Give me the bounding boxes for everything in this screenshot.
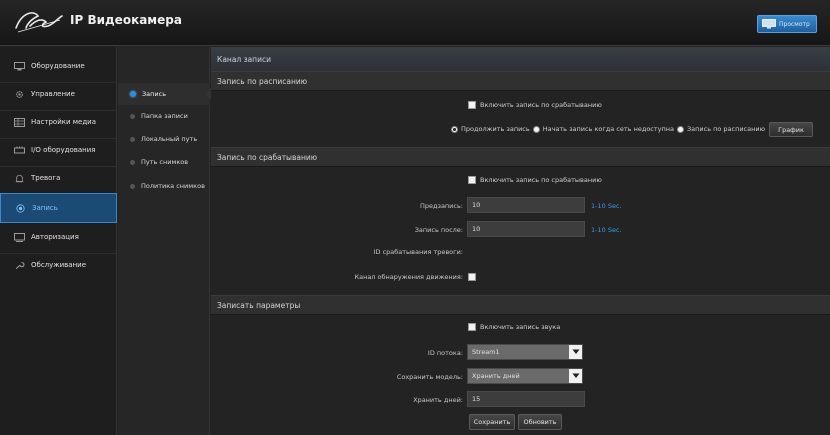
panel-title: Канал записи <box>211 47 830 71</box>
login-icon <box>14 232 25 242</box>
submenu-item-record[interactable]: Запись <box>118 83 211 105</box>
io-icon <box>14 146 25 153</box>
save-model-select[interactable]: Хранить дней <box>467 368 583 384</box>
submenu-item-label: Папка записи <box>141 112 188 120</box>
section-trigger: Запись по срабатыванию <box>211 147 830 167</box>
schedule-mode-radios: Продолжить запись Начать запись когда се… <box>451 125 765 133</box>
chevron-down-icon <box>569 369 582 383</box>
pre-record-label: Предзапись: <box>419 202 463 210</box>
schedule-enable-row: Включить запись по срабатыванию <box>468 101 602 109</box>
chevron-down-icon <box>569 345 582 359</box>
sidebar-item-auth[interactable]: Авторизация <box>0 222 117 252</box>
media-icon <box>14 117 25 127</box>
save-model-value: Хранить дней <box>472 372 520 380</box>
bullet-icon <box>130 91 136 97</box>
submenu-item-snapshot-path[interactable]: Путь снимков <box>118 151 210 173</box>
sidebar-item-control[interactable]: Управление <box>0 79 117 109</box>
alarm-id-label: ID срабатывания тревоги: <box>373 248 463 256</box>
stream-id-label: ID потока: <box>427 349 463 357</box>
sidebar-item-label: Оборудование <box>31 62 85 70</box>
radio-continue[interactable] <box>451 125 458 133</box>
submenu-item-label: Запись <box>142 90 167 98</box>
submenu-item-snapshot-policy[interactable]: Политика снимков <box>118 175 210 197</box>
brand-title: IP Видеокамера <box>70 13 182 27</box>
save-model-label: Сохранить модель: <box>396 373 463 381</box>
post-record-label: Запись после: <box>414 226 463 234</box>
audio-enable-row: Включить запись звука <box>468 323 560 331</box>
keep-days-label: Хранить дней: <box>413 396 463 404</box>
motion-channel-checkbox[interactable] <box>468 273 476 281</box>
top-header: IP Видеокамера Просмотр <box>0 0 830 46</box>
sidebar-item-alarm[interactable]: Тревога <box>0 163 117 193</box>
record-submenu: Запись Папка записи Локальный путь Путь … <box>118 47 211 435</box>
bullet-icon <box>130 113 135 119</box>
radio-schedule[interactable] <box>677 125 684 133</box>
submenu-item-label: Локальный путь <box>141 135 198 143</box>
brand-logo <box>15 12 63 33</box>
audio-enable-label: Включить запись звука <box>480 323 561 331</box>
sidebar-item-label: Управление <box>31 90 75 98</box>
schedule-enable-label: Включить запись по срабатыванию <box>480 101 602 109</box>
bullet-icon <box>130 136 135 142</box>
preview-label: Просмотр <box>779 20 810 28</box>
motion-channel-label: Канал обнаружения движения: <box>354 273 463 281</box>
radio-network-down-label: Начать запись когда сеть недоступна <box>542 125 674 133</box>
sidebar-item-record[interactable]: Запись <box>0 193 117 223</box>
stream-id-value: Stream1 <box>472 348 500 356</box>
submenu-item-label: Политика снимков <box>141 182 205 190</box>
post-record-hint: 1-10 Sec. <box>591 226 622 234</box>
save-button[interactable]: Сохранить <box>469 414 515 430</box>
sidebar-item-maintenance[interactable]: Обслуживание <box>0 250 117 280</box>
section-schedule: Запись по расписанию <box>211 71 830 91</box>
pre-record-input[interactable]: 10 <box>467 197 585 213</box>
sidebar-item-label: Тревога <box>31 174 61 182</box>
sidebar-item-label: Настройки медиа <box>31 118 97 126</box>
trigger-enable-label: Включить запись по срабатыванию <box>480 176 602 184</box>
monitor-icon <box>14 61 25 70</box>
submenu-item-label: Путь снимков <box>141 158 189 166</box>
main-sidebar: Оборудование Управление Настройки медиа … <box>0 47 117 435</box>
record-icon <box>16 203 25 213</box>
preview-button[interactable]: Просмотр <box>757 15 817 33</box>
refresh-button[interactable]: Обновить <box>518 414 562 430</box>
bullet-icon <box>130 159 135 165</box>
main-panel: Канал записи Запись по расписанию Включи… <box>211 47 830 435</box>
radio-schedule-label: Запись по расписанию <box>687 125 766 133</box>
sidebar-item-label: Запись <box>32 204 58 212</box>
audio-enable-checkbox[interactable] <box>468 323 476 331</box>
trigger-enable-row: Включить запись по срабатыванию <box>468 176 602 184</box>
alarm-icon <box>15 174 24 182</box>
schedule-enable-checkbox[interactable] <box>468 101 476 109</box>
bullet-icon <box>130 183 135 189</box>
sidebar-item-label: I/O оборудования <box>31 146 96 154</box>
keep-days-input[interactable]: 15 <box>467 391 585 407</box>
post-record-input[interactable]: 10 <box>467 221 585 237</box>
radio-network-down[interactable] <box>532 125 540 133</box>
wrench-icon <box>15 261 25 269</box>
monitor-icon <box>762 19 776 29</box>
pre-record-hint: 1-10 Sec. <box>591 202 622 210</box>
sidebar-item-label: Авторизация <box>31 233 79 241</box>
schedule-graph-button[interactable]: График <box>769 122 813 137</box>
section-params: Записать параметры <box>211 295 830 315</box>
gear-icon <box>16 90 23 98</box>
trigger-enable-checkbox[interactable] <box>468 176 476 184</box>
sidebar-item-equipment[interactable]: Оборудование <box>0 51 117 81</box>
submenu-item-folder[interactable]: Папка записи <box>118 105 210 127</box>
radio-continue-label: Продолжить запись <box>461 125 530 133</box>
submenu-item-local-path[interactable]: Локальный путь <box>118 128 210 150</box>
sidebar-item-io[interactable]: I/O оборудования <box>0 135 117 165</box>
sidebar-item-media[interactable]: Настройки медиа <box>0 107 117 137</box>
stream-id-select[interactable]: Stream1 <box>467 344 583 360</box>
sidebar-item-label: Обслуживание <box>31 261 86 269</box>
